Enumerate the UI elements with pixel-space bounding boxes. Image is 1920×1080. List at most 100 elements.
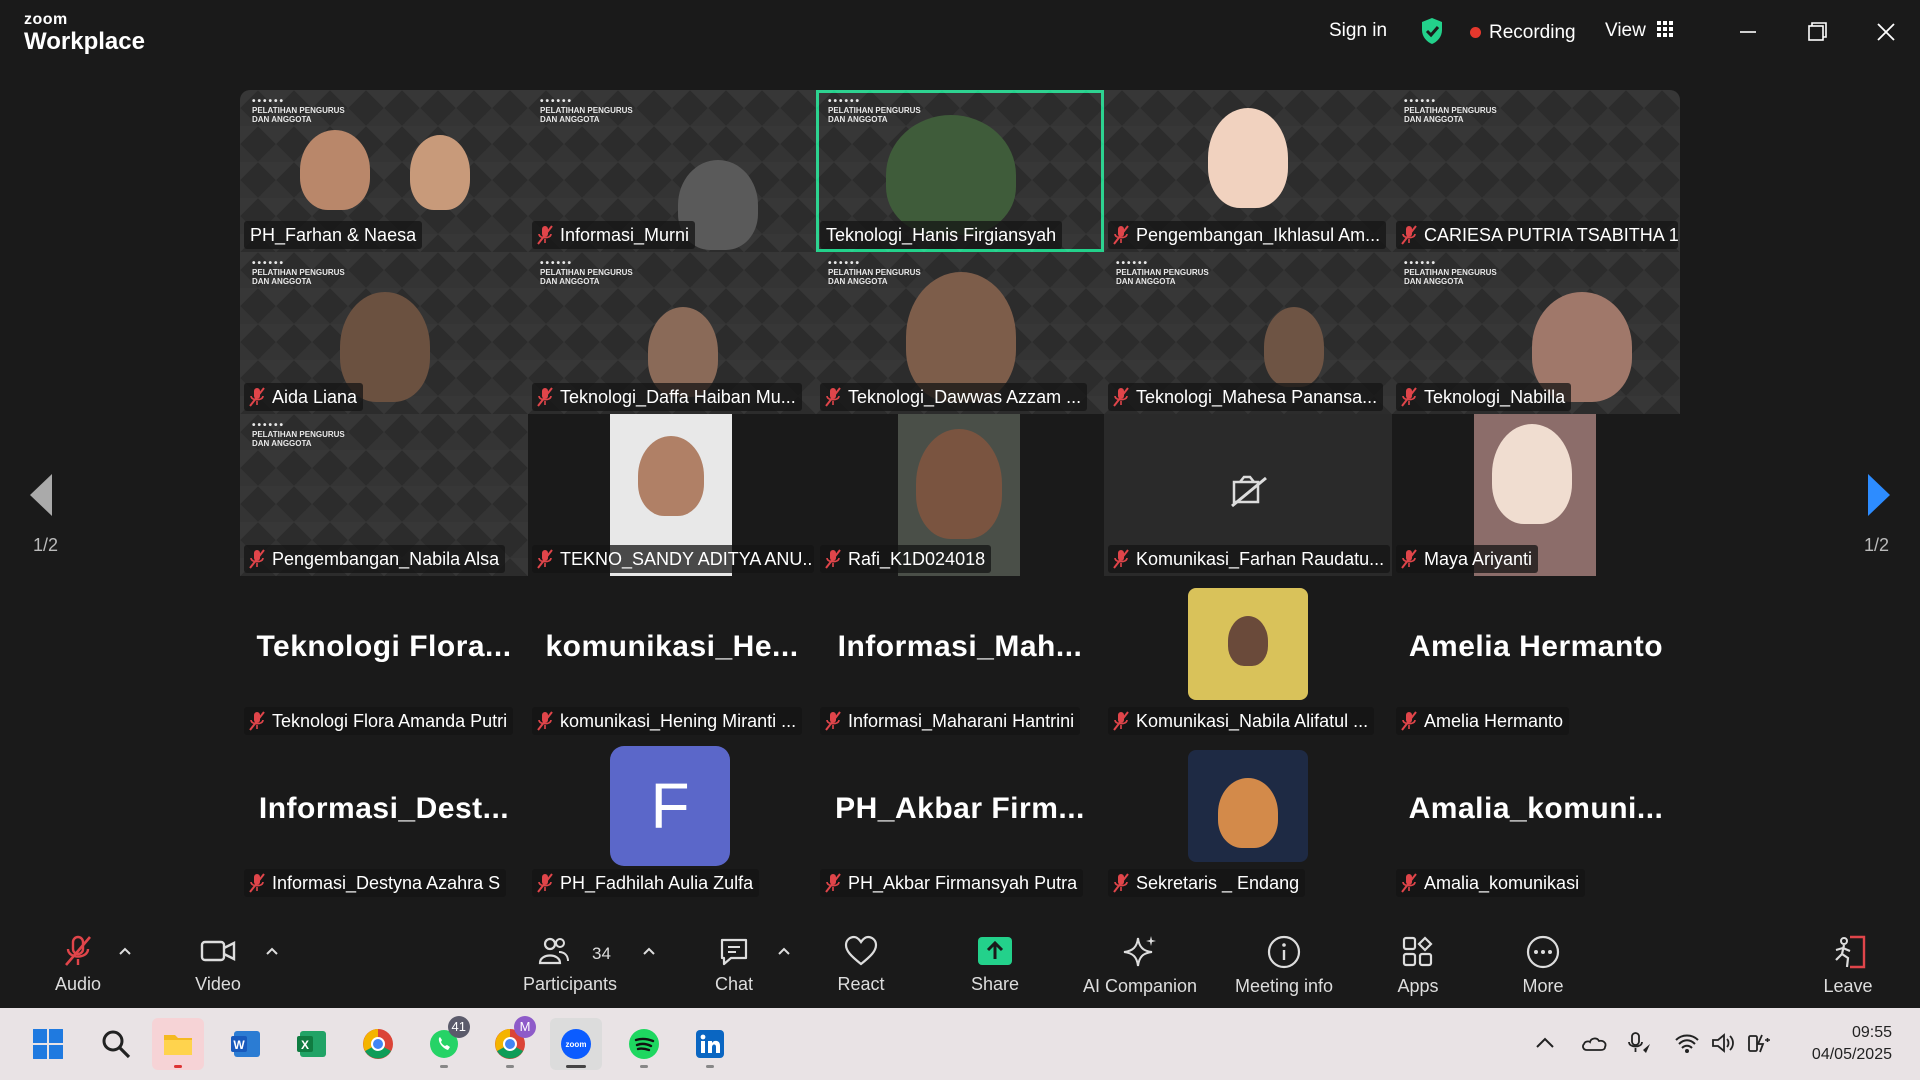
taskbar-whatsapp[interactable]: 41: [418, 1016, 470, 1070]
share-button[interactable]: Share: [962, 920, 1028, 1008]
audio-options-chevron-icon[interactable]: [118, 946, 132, 956]
muted-mic-icon: [825, 711, 841, 731]
video-tile[interactable]: •••••• PELATIHAN PENGURUS DAN ANGGOTA CARI…: [1392, 90, 1680, 252]
chat-icon: [720, 938, 748, 966]
minimize-icon[interactable]: [1728, 14, 1768, 50]
participant-name: CARIESA PUTRIA TSABITHA 1: [1424, 225, 1678, 245]
video-tile[interactable]: Sekretaris _ Endang: [1104, 738, 1392, 900]
microphone-in-use-icon[interactable]: [1626, 1030, 1652, 1056]
video-tile[interactable]: •••••• PELATIHAN PENGURUS DAN ANGGOTA Tekn…: [1104, 252, 1392, 414]
video-options-chevron-icon[interactable]: [265, 946, 279, 956]
video-button[interactable]: Video: [178, 920, 258, 1008]
battery-charging-icon[interactable]: [1746, 1030, 1772, 1056]
video-tile[interactable]: Informasi_Mah... Informasi_Maharani Hant…: [816, 576, 1104, 738]
video-tile[interactable]: •••••• PELATIHAN PENGURUS DAN ANGGOTA Tekn…: [816, 252, 1104, 414]
chrome-icon: [363, 1029, 393, 1059]
video-tile[interactable]: Pengembangan_Ikhlasul Am...: [1104, 90, 1392, 252]
previous-page-arrow-icon[interactable]: [26, 470, 56, 520]
video-tile[interactable]: •••••• PELATIHAN PENGURUS DAN ANGGOTA Tekn…: [528, 252, 816, 414]
taskbar-chrome-profile[interactable]: M: [484, 1016, 536, 1070]
video-tile[interactable]: •••••• PELATIHAN PENGURUS DAN ANGGOTA Aida…: [240, 252, 528, 414]
event-banner: •••••• PELATIHAN PENGURUS DAN ANGGOTA: [828, 258, 921, 287]
view-button[interactable]: View: [1605, 20, 1674, 42]
video-tile[interactable]: F PH_Fadhilah Aulia Zulfa: [528, 738, 816, 900]
muted-mic-icon: [537, 549, 553, 569]
start-button[interactable]: [22, 1018, 74, 1070]
video-tile[interactable]: TEKNO_SANDY ADITYA ANU...: [528, 414, 816, 576]
recording-indicator[interactable]: Recording: [1470, 22, 1576, 44]
participant-name: Informasi_Maharani Hantrini: [848, 711, 1075, 731]
onedrive-cloud-icon[interactable]: [1580, 1030, 1610, 1056]
next-page-arrow-icon[interactable]: [1864, 470, 1894, 520]
folder-icon: [164, 1035, 192, 1055]
participant-name-tag: Komunikasi_Farhan Raudatu...: [1108, 545, 1390, 573]
avatar-video: [1208, 108, 1288, 208]
video-tile[interactable]: •••••• PELATIHAN PENGURUS DAN ANGGOTA Tekn…: [1392, 252, 1680, 414]
more-button[interactable]: More: [1515, 920, 1571, 1008]
active-speaker-video-tile[interactable]: •••••• PELATIHAN PENGURUS DAN ANGGOTA Tekn…: [816, 90, 1104, 252]
meeting-info-button[interactable]: Meeting info: [1228, 920, 1340, 1008]
video-tile[interactable]: •••••• PELATIHAN PENGURUS DAN ANGGOTA Peng…: [240, 414, 528, 576]
video-tile[interactable]: Maya Ariyanti: [1392, 414, 1680, 576]
taskbar-word[interactable]: W: [220, 1018, 272, 1070]
search-button[interactable]: [90, 1018, 142, 1070]
taskbar-excel[interactable]: X: [286, 1018, 338, 1070]
audio-button[interactable]: Audio: [40, 920, 116, 1008]
video-camera-icon: [200, 940, 236, 962]
muted-mic-icon: [65, 935, 91, 966]
video-tile[interactable]: •••••• PELATIHAN PENGURUS DAN ANGGOTA Info…: [528, 90, 816, 252]
share-label: Share: [970, 974, 1020, 994]
muted-mic-icon: [249, 387, 265, 407]
recording-label: Recording: [1489, 22, 1576, 43]
recording-dot-icon: [1470, 27, 1481, 39]
meeting-info-label: Meeting info: [1234, 976, 1334, 996]
apps-button[interactable]: Apps: [1390, 920, 1446, 1008]
video-tile[interactable]: Komunikasi_Nabila Alifatul ...: [1104, 576, 1392, 738]
video-tile[interactable]: Amalia_komuni... Amalia_komunikasi: [1392, 738, 1680, 900]
taskbar-chrome[interactable]: [352, 1018, 404, 1070]
participants-icon: [538, 937, 569, 965]
participants-button[interactable]: Participants: [515, 920, 625, 1008]
participant-name-tag: Teknologi_Dawwas Azzam ...: [820, 383, 1088, 411]
title-bar: zoom Workplace Sign in Recording View: [0, 0, 1920, 66]
more-label: More: [1522, 976, 1564, 996]
participant-name-tag: Amalia_komunikasi: [1396, 869, 1586, 897]
system-clock[interactable]: 09:55 04/05/2025: [1812, 1022, 1892, 1066]
sign-in-link[interactable]: Sign in: [1329, 20, 1387, 42]
participant-name-tag: CARIESA PUTRIA TSABITHA 1: [1396, 221, 1678, 249]
participant-name: Pengembangan_Ikhlasul Am...: [1136, 225, 1381, 245]
taskbar-linkedin[interactable]: [684, 1018, 736, 1070]
leave-button[interactable]: Leave: [1820, 920, 1876, 1008]
word-icon: W: [231, 1031, 260, 1057]
video-tile[interactable]: komunikasi_He... komunikasi_Hening Miran…: [528, 576, 816, 738]
video-tile[interactable]: Amelia Hermanto Amelia Hermanto: [1392, 576, 1680, 738]
chat-options-chevron-icon[interactable]: [777, 946, 791, 956]
chat-button[interactable]: Chat: [700, 920, 768, 1008]
video-tile[interactable]: Komunikasi_Farhan Raudatu...: [1104, 414, 1392, 576]
restore-icon[interactable]: [1797, 14, 1837, 50]
clock-time: 09:55: [1851, 1024, 1892, 1041]
muted-mic-icon: [249, 873, 265, 893]
taskbar-zoom[interactable]: zoom: [550, 1018, 602, 1070]
taskbar-file-explorer[interactable]: [152, 1018, 204, 1070]
running-indicator: [640, 1065, 648, 1068]
show-hidden-icons-chevron-icon[interactable]: [1532, 1030, 1558, 1056]
info-icon: [1267, 935, 1301, 969]
audio-label: Audio: [54, 974, 102, 994]
video-tile[interactable]: Teknologi Flora... Teknologi Flora Amand…: [240, 576, 528, 738]
react-button[interactable]: React: [830, 920, 892, 1008]
wifi-icon[interactable]: [1674, 1030, 1700, 1056]
encryption-shield-icon[interactable]: [1420, 17, 1444, 45]
taskbar-spotify[interactable]: [618, 1018, 670, 1070]
video-tile[interactable]: Informasi_Dest... Informasi_Destyna Azah…: [240, 738, 528, 900]
zoom-app-icon: zoom: [561, 1029, 591, 1059]
ai-companion-button[interactable]: AI Companion: [1078, 920, 1202, 1008]
running-indicator: [440, 1065, 448, 1068]
video-tile[interactable]: •••••• PELATIHAN PENGURUS DAN ANGGOTA PH_F…: [240, 90, 528, 252]
video-tile[interactable]: Rafi_K1D024018: [816, 414, 1104, 576]
participants-options-chevron-icon[interactable]: [642, 946, 656, 956]
volume-icon[interactable]: [1710, 1030, 1736, 1056]
ai-companion-label: AI Companion: [1082, 976, 1198, 996]
video-tile[interactable]: PH_Akbar Firm... PH_Akbar Firmansyah Put…: [816, 738, 1104, 900]
close-icon[interactable]: [1866, 14, 1906, 50]
